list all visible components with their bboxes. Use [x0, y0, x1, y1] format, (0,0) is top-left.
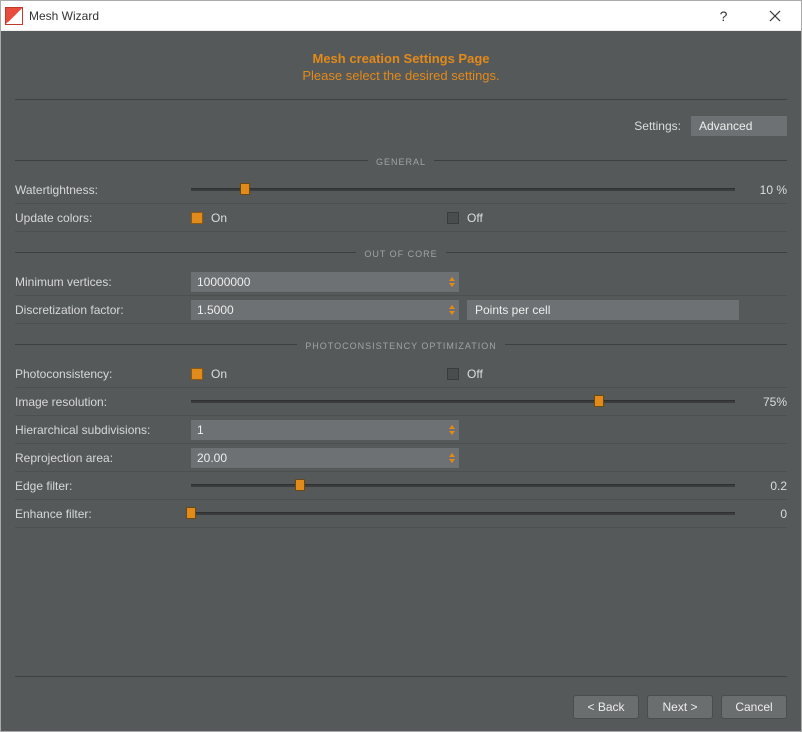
hier-value: 1 — [197, 423, 204, 437]
radio-off-label: Off — [467, 211, 483, 225]
update-colors-label: Update colors: — [15, 211, 181, 225]
settings-mode-value: Advanced — [699, 119, 752, 133]
edge-filter-slider[interactable] — [191, 478, 735, 494]
edge-filter-row: Edge filter: 0.2 — [15, 472, 787, 500]
reproj-input[interactable]: 20.00 — [191, 448, 459, 468]
cancel-button[interactable]: Cancel — [721, 695, 787, 719]
min-vertices-input[interactable]: 10000000 — [191, 272, 459, 292]
wizard-footer: < Back Next > Cancel — [15, 685, 787, 719]
edge-filter-label: Edge filter: — [15, 479, 181, 493]
window-title: Mesh Wizard — [29, 9, 701, 23]
points-per-cell-field[interactable]: Points per cell — [467, 300, 739, 320]
image-resolution-slider[interactable] — [191, 394, 735, 410]
min-vertices-row: Minimum vertices: 10000000 — [15, 268, 787, 296]
back-button[interactable]: < Back — [573, 695, 639, 719]
help-button[interactable]: ? — [701, 2, 746, 30]
discretization-row: Discretization factor: 1.5000 Points per… — [15, 296, 787, 324]
settings-mode-dropdown[interactable]: Advanced — [691, 116, 787, 136]
min-vertices-label: Minimum vertices: — [15, 275, 181, 289]
radio-on-label: On — [211, 367, 227, 381]
reprojection-area-row: Reprojection area: 20.00 — [15, 444, 787, 472]
close-button[interactable] — [752, 2, 797, 30]
update-colors-row: Update colors: On Off — [15, 204, 787, 232]
app-icon — [5, 7, 23, 25]
page-title: Mesh creation Settings Page — [15, 51, 787, 66]
section-photo-label: PHOTOCONSISTENCY OPTIMIZATION — [297, 341, 505, 351]
spin-up-icon[interactable] — [449, 425, 455, 429]
hier-label: Hierarchical subdivisions: — [15, 423, 181, 437]
page-header: Mesh creation Settings Page Please selec… — [15, 41, 787, 95]
section-general-label: GENERAL — [368, 157, 434, 167]
divider — [15, 99, 787, 100]
points-per-cell-value: Points per cell — [475, 303, 550, 317]
footer-divider — [15, 676, 787, 677]
enhance-filter-value: 0 — [743, 507, 787, 521]
wizard-window: Mesh Wizard ? Mesh creation Settings Pag… — [0, 0, 802, 732]
image-resolution-label: Image resolution: — [15, 395, 181, 409]
watertightness-row: Watertightness: 10 % — [15, 176, 787, 204]
settings-mode-row: Settings: Advanced — [15, 108, 787, 150]
client-area: Mesh creation Settings Page Please selec… — [1, 31, 801, 731]
edge-filter-value: 0.2 — [743, 479, 787, 493]
section-out-of-core: OUT OF CORE — [15, 246, 787, 258]
spin-down-icon[interactable] — [449, 283, 455, 287]
photoconsistency-off[interactable]: Off — [447, 367, 483, 381]
update-colors-on[interactable]: On — [191, 211, 227, 225]
hier-input[interactable]: 1 — [191, 420, 459, 440]
section-photo: PHOTOCONSISTENCY OPTIMIZATION — [15, 338, 787, 350]
discretization-value: 1.5000 — [197, 303, 234, 317]
spin-up-icon[interactable] — [449, 453, 455, 457]
titlebar: Mesh Wizard ? — [1, 1, 801, 31]
settings-label: Settings: — [634, 119, 681, 133]
photoconsistency-label: Photoconsistency: — [15, 367, 181, 381]
watertightness-value: 10 % — [743, 183, 787, 197]
discretization-input[interactable]: 1.5000 — [191, 300, 459, 320]
radio-on-label: On — [211, 211, 227, 225]
watertightness-label: Watertightness: — [15, 183, 181, 197]
section-ooc-label: OUT OF CORE — [356, 249, 445, 259]
enhance-filter-row: Enhance filter: 0 — [15, 500, 787, 528]
image-resolution-value: 75% — [743, 395, 787, 409]
hierarchical-subdivisions-row: Hierarchical subdivisions: 1 — [15, 416, 787, 444]
spin-up-icon[interactable] — [449, 305, 455, 309]
watertightness-slider[interactable] — [191, 182, 735, 198]
discretization-label: Discretization factor: — [15, 303, 181, 317]
spin-up-icon[interactable] — [449, 277, 455, 281]
photoconsistency-row: Photoconsistency: On Off — [15, 360, 787, 388]
close-icon — [769, 10, 781, 22]
next-button[interactable]: Next > — [647, 695, 713, 719]
enhance-filter-label: Enhance filter: — [15, 507, 181, 521]
reproj-value: 20.00 — [197, 451, 227, 465]
photoconsistency-on[interactable]: On — [191, 367, 227, 381]
section-general: GENERAL — [15, 154, 787, 166]
page-subtitle: Please select the desired settings. — [15, 68, 787, 83]
update-colors-off[interactable]: Off — [447, 211, 483, 225]
spin-down-icon[interactable] — [449, 459, 455, 463]
spin-down-icon[interactable] — [449, 431, 455, 435]
image-resolution-row: Image resolution: 75% — [15, 388, 787, 416]
min-vertices-value: 10000000 — [197, 275, 250, 289]
reproj-label: Reprojection area: — [15, 451, 181, 465]
enhance-filter-slider[interactable] — [191, 506, 735, 522]
spin-down-icon[interactable] — [449, 311, 455, 315]
radio-off-label: Off — [467, 367, 483, 381]
